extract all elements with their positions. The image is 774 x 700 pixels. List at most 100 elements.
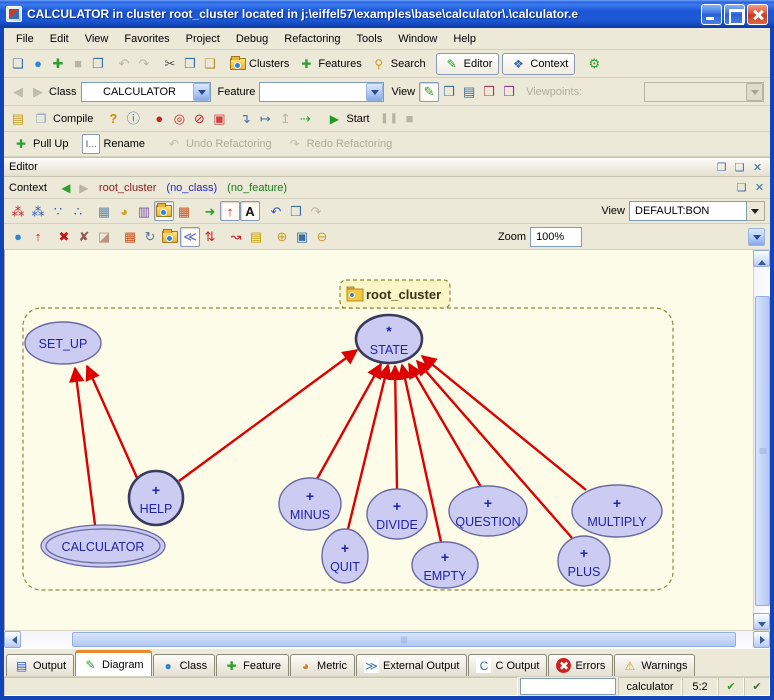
tab-c-output[interactable]: C C Output (468, 654, 547, 676)
menu-view[interactable]: View (77, 30, 117, 48)
maximize-pane-icon[interactable]: ❑ (734, 180, 749, 195)
color-legend-icon[interactable]: ▦ (174, 201, 194, 221)
bon-class-tool-icon[interactable]: ⁂ (28, 201, 48, 221)
undo-icon[interactable]: ↶ (114, 54, 134, 74)
bon-cluster-tool-icon[interactable]: ⁂ (8, 201, 28, 221)
colors-icon[interactable]: ▦ (120, 227, 140, 247)
inherit-link-help-state[interactable] (179, 350, 357, 481)
menu-project[interactable]: Project (178, 30, 228, 48)
vertical-scroll-thumb[interactable] (755, 296, 770, 606)
maximize-button[interactable] (724, 4, 745, 25)
step-out-icon[interactable]: ↥ (275, 109, 295, 129)
compile-button[interactable]: ❒ Compile (28, 108, 97, 130)
context-toggle-button[interactable]: ❖ Context (502, 53, 575, 75)
bon-uml-toggle-icon[interactable]: ● (8, 227, 28, 247)
tab-feature[interactable]: ✚ Feature (216, 654, 289, 676)
menu-refactoring[interactable]: Refactoring (276, 30, 348, 48)
menu-window[interactable]: Window (390, 30, 445, 48)
run-to-cursor-icon[interactable]: ⇢ (295, 109, 315, 129)
step-into-icon[interactable]: ↴ (235, 109, 255, 129)
breadcrumb-cluster[interactable]: root_cluster (99, 182, 156, 194)
link-tool-icon[interactable]: ↝ (226, 227, 246, 247)
close-button[interactable] (747, 4, 768, 25)
client-link-tool-icon[interactable]: ∵ (48, 201, 68, 221)
search-button[interactable]: ⚲ Search (366, 53, 430, 75)
zoom-selection-button[interactable] (160, 227, 180, 247)
class-node-question[interactable]: +QUESTION (449, 486, 527, 536)
menu-edit[interactable]: Edit (42, 30, 77, 48)
cluster-tag[interactable]: root_cluster (340, 280, 450, 308)
close-pane-icon[interactable]: ✕ (750, 160, 765, 175)
editor-toggle-button[interactable]: ✎ Editor (436, 53, 500, 75)
project-settings-icon[interactable]: ▤ (8, 109, 28, 129)
redo-refactoring-button[interactable]: ↷ Redo Refactoring (282, 133, 397, 155)
contract-view-icon[interactable]: ❒ (479, 82, 499, 102)
eraser-icon[interactable]: ◪ (94, 227, 114, 247)
straighten-links-icon[interactable]: ⇅ (200, 227, 220, 247)
forward-icon[interactable]: ▶ (28, 82, 48, 102)
fit-to-screen-icon[interactable]: ▣ (292, 227, 312, 247)
uml-view-icon[interactable]: ▥ (134, 201, 154, 221)
close-pane-icon[interactable]: ✕ (752, 180, 767, 195)
text-tool-button[interactable]: A (240, 201, 260, 221)
clusters-button[interactable]: Clusters (226, 53, 293, 75)
add-item-icon[interactable]: ✚ (48, 54, 68, 74)
redo-icon[interactable]: ↷ (306, 201, 326, 221)
menu-debug[interactable]: Debug (228, 30, 276, 48)
zoom-out-icon[interactable]: ⊖ (312, 227, 332, 247)
diagram-canvas[interactable]: *STATESET_UP+HELPCALCULATOR+MINUS+QUIT+D… (5, 250, 753, 630)
maximize-pane-icon[interactable]: ❑ (732, 160, 747, 175)
text-view-icon[interactable]: ✎ (419, 82, 439, 102)
rotate-icon[interactable]: ↻ (140, 227, 160, 247)
class-combo[interactable]: CALCULATOR (81, 82, 211, 102)
menu-file[interactable]: File (8, 30, 42, 48)
stop-icon[interactable]: ■ (400, 109, 420, 129)
clickable-view-icon[interactable]: ❒ (439, 82, 459, 102)
info-icon[interactable]: ⓘ (123, 109, 143, 129)
scroll-left-icon[interactable] (4, 631, 21, 648)
center-diagram-button[interactable]: ≪ (180, 227, 200, 247)
copy-icon[interactable]: ❐ (180, 54, 200, 74)
menu-favorites[interactable]: Favorites (116, 30, 177, 48)
menu-help[interactable]: Help (445, 30, 484, 48)
undo-icon[interactable]: ↶ (266, 201, 286, 221)
tab-external-output[interactable]: ≫ External Output (356, 654, 467, 676)
class-node-state[interactable]: *STATE (356, 315, 422, 363)
scroll-right-icon[interactable] (753, 631, 770, 648)
tab-metric[interactable]: ◕ Metric (290, 654, 355, 676)
start-button[interactable]: ▶ Start (321, 108, 373, 130)
step-over-icon[interactable]: ↦ (255, 109, 275, 129)
inherit-link-minus-state[interactable] (317, 364, 381, 479)
history-back-icon[interactable]: ◀ (57, 178, 75, 198)
new-window-icon[interactable]: ❏ (8, 54, 28, 74)
delete-icon[interactable]: ✖ (54, 227, 74, 247)
titlebar[interactable]: CALCULATOR in cluster root_cluster locat… (0, 0, 774, 28)
chevron-down-icon[interactable] (748, 228, 765, 246)
breadcrumb-class[interactable]: (no_class) (166, 182, 217, 194)
chevron-down-icon[interactable] (193, 83, 210, 101)
chevron-down-icon[interactable] (747, 201, 765, 221)
class-legend-icon[interactable]: ◕ (114, 201, 134, 221)
diagram-view-combo[interactable]: DEFAULT:BON (629, 201, 747, 221)
cut-icon[interactable]: ✂ (160, 54, 180, 74)
scroll-up-icon[interactable] (753, 250, 770, 267)
inherit-link-multiply-state[interactable] (422, 356, 586, 490)
save-all-icon[interactable]: ❐ (88, 54, 108, 74)
tab-errors[interactable]: ✖ Errors (548, 654, 613, 676)
show-breakpoints-icon[interactable]: ▣ (209, 109, 229, 129)
export-image-icon[interactable]: ▦ (94, 201, 114, 221)
features-button[interactable]: ✚ Features (293, 53, 365, 75)
horizontal-scrollbar[interactable] (4, 630, 770, 648)
class-node-quit[interactable]: +QUIT (322, 529, 368, 583)
class-node-calculator[interactable]: CALCULATOR (41, 525, 165, 567)
aggregate-link-tool-icon[interactable]: ∴ (68, 201, 88, 221)
last-error-icon[interactable]: ? (103, 109, 123, 129)
add-inheritance-icon[interactable]: ↑ (28, 227, 48, 247)
class-node-minus[interactable]: +MINUS (279, 478, 341, 530)
external-commands-icon[interactable]: ⚙ (584, 54, 604, 74)
save-icon[interactable]: ■ (68, 54, 88, 74)
inherit-link-question-state[interactable] (409, 364, 481, 487)
tab-class[interactable]: ● Class (153, 654, 216, 676)
pause-icon[interactable]: ❚❚ (380, 109, 400, 129)
chevron-down-icon[interactable] (366, 83, 383, 101)
